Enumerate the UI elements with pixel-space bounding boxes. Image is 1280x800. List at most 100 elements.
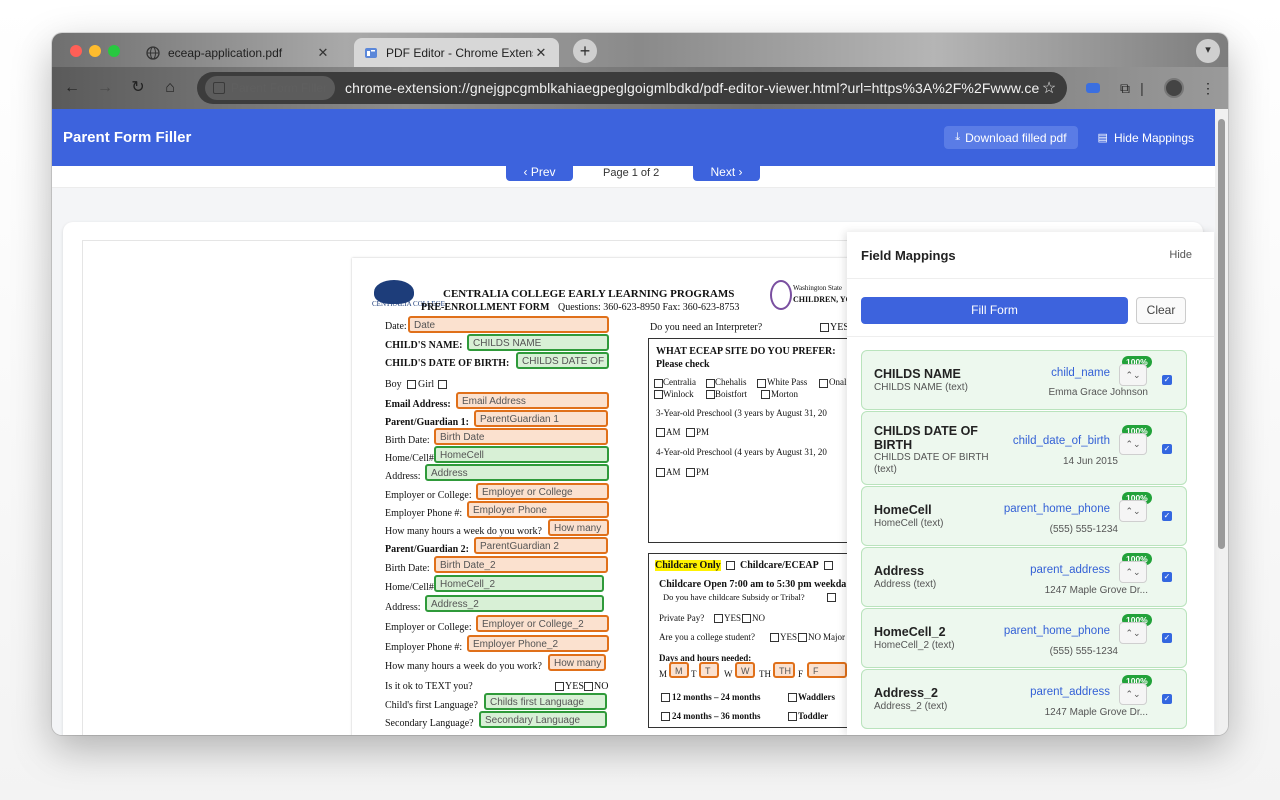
field-address[interactable]: Address xyxy=(425,464,609,481)
url-text[interactable]: chrome-extension://gnejgpcgmblkahiaegpeg… xyxy=(345,80,1039,96)
mapping-enabled-checkbox[interactable]: ✓ xyxy=(1162,375,1172,385)
field-day-m[interactable]: M xyxy=(669,662,689,678)
minimize-window-button[interactable] xyxy=(89,45,101,57)
back-arrow-icon[interactable]: ← xyxy=(60,76,84,100)
text-yes-checkbox[interactable] xyxy=(555,682,564,691)
mapping-card[interactable]: Address_2 Address_2 (text) parent_addres… xyxy=(861,669,1187,729)
boy-checkbox[interactable] xyxy=(407,380,416,389)
extensions-puzzle-icon[interactable]: ⧉ xyxy=(1114,77,1136,99)
field-address-2[interactable]: Address_2 xyxy=(425,595,604,612)
field-secondary-language[interactable]: Secondary Language xyxy=(479,711,607,728)
field-day-th[interactable]: TH xyxy=(773,662,795,678)
four-pm-checkbox[interactable] xyxy=(686,468,695,477)
mapping-card[interactable]: HomeCell HomeCell (text) parent_home_pho… xyxy=(861,486,1187,546)
three-pm-checkbox[interactable] xyxy=(686,428,695,437)
field-home-cell[interactable]: HomeCell xyxy=(434,446,609,463)
prev-page-button[interactable]: ‹ Prev xyxy=(506,163,573,181)
field-childs-name[interactable]: CHILDS NAME xyxy=(467,334,609,351)
mapping-data-key[interactable]: child_name xyxy=(1051,367,1110,379)
site-winlock-checkbox[interactable] xyxy=(654,390,663,399)
fill-form-button[interactable]: Fill Form xyxy=(861,297,1128,324)
tab-eceap-application[interactable]: eceap-application.pdf ✕ xyxy=(136,38,341,67)
mapping-data-key[interactable]: parent_home_phone xyxy=(1004,503,1110,515)
student-no-checkbox[interactable] xyxy=(798,633,807,642)
home-icon[interactable]: ⌂ xyxy=(158,76,182,100)
site-white-pass-checkbox[interactable] xyxy=(757,379,766,388)
hide-mappings-button[interactable]: ▤ Hide Mappings xyxy=(1088,126,1204,149)
mapping-enabled-checkbox[interactable]: ✓ xyxy=(1162,444,1172,454)
scrollbar-thumb[interactable] xyxy=(1218,119,1225,549)
mapping-enabled-checkbox[interactable]: ✓ xyxy=(1162,633,1172,643)
key-selector-chevron-icon[interactable]: ⌃⌄ xyxy=(1119,683,1147,705)
mapping-data-key[interactable]: parent_address xyxy=(1030,564,1110,576)
key-selector-chevron-icon[interactable]: ⌃⌄ xyxy=(1119,561,1147,583)
mapping-enabled-checkbox[interactable]: ✓ xyxy=(1162,572,1172,582)
field-birth-date[interactable]: Birth Date xyxy=(434,428,608,445)
subsidy-checkbox[interactable] xyxy=(827,593,836,602)
extension-chip[interactable]: Parent Form Filler xyxy=(205,76,336,100)
tab-pdf-editor[interactable]: PDF Editor - Chrome Extension ✕ xyxy=(354,38,559,67)
clear-button[interactable]: Clear xyxy=(1136,297,1186,324)
profile-avatar[interactable] xyxy=(1164,78,1184,98)
interpreter-yes-checkbox[interactable] xyxy=(820,323,829,332)
close-window-button[interactable] xyxy=(70,45,82,57)
close-tab-icon[interactable]: ✕ xyxy=(315,45,331,61)
mapping-card[interactable]: HomeCell_2 HomeCell_2 (text) parent_home… xyxy=(861,608,1187,668)
student-yes-checkbox[interactable] xyxy=(770,633,779,642)
key-selector-chevron-icon[interactable]: ⌃⌄ xyxy=(1119,433,1147,455)
mapping-enabled-checkbox[interactable]: ✓ xyxy=(1162,694,1172,704)
field-employer-phone[interactable]: Employer Phone xyxy=(467,501,609,518)
site-morton-checkbox[interactable] xyxy=(761,390,770,399)
field-home-cell-2[interactable]: HomeCell_2 xyxy=(434,575,604,592)
more-menu-icon[interactable]: ⋮ xyxy=(1197,77,1219,99)
childcare-only-checkbox[interactable] xyxy=(726,561,735,570)
extension-icon[interactable] xyxy=(1086,83,1100,93)
mapping-data-key[interactable]: child_date_of_birth xyxy=(1013,435,1110,447)
field-day-w[interactable]: W xyxy=(735,662,755,678)
mapping-card[interactable]: Address Address (text) parent_address 12… xyxy=(861,547,1187,607)
age-12-24-checkbox[interactable] xyxy=(661,693,670,702)
four-am-checkbox[interactable] xyxy=(656,468,665,477)
key-selector-chevron-icon[interactable]: ⌃⌄ xyxy=(1119,622,1147,644)
site-centralia-checkbox[interactable] xyxy=(654,379,663,388)
three-am-checkbox[interactable] xyxy=(656,428,665,437)
mapping-card[interactable]: CHILDS DATE OF BIRTH CHILDS DATE OF BIRT… xyxy=(861,411,1187,485)
bookmark-star-icon[interactable]: ☆ xyxy=(1039,78,1059,98)
key-selector-chevron-icon[interactable]: ⌃⌄ xyxy=(1119,364,1147,386)
age-24-36-checkbox[interactable] xyxy=(661,712,670,721)
site-boistfort-checkbox[interactable] xyxy=(706,390,715,399)
site-onal-checkbox[interactable] xyxy=(819,379,828,388)
field-first-language[interactable]: Childs first Language xyxy=(484,693,607,710)
download-filled-pdf-button[interactable]: ⤓ Download filled pdf xyxy=(944,126,1078,149)
new-tab-button[interactable]: + xyxy=(573,39,597,63)
address-bar[interactable]: Parent Form Filler chrome-extension://gn… xyxy=(197,72,1067,104)
field-email[interactable]: Email Address xyxy=(456,392,609,409)
field-parent-guardian-2[interactable]: ParentGuardian 2 xyxy=(474,537,608,554)
maximize-window-button[interactable] xyxy=(108,45,120,57)
private-pay-no-checkbox[interactable] xyxy=(742,614,751,623)
field-date[interactable]: Date xyxy=(408,316,609,333)
girl-checkbox[interactable] xyxy=(438,380,447,389)
key-selector-chevron-icon[interactable]: ⌃⌄ xyxy=(1119,500,1147,522)
close-tab-icon[interactable]: ✕ xyxy=(533,45,549,61)
toddler-checkbox[interactable] xyxy=(788,712,797,721)
panel-hide-button[interactable]: Hide xyxy=(1169,249,1192,261)
childcare-eceap-checkbox[interactable] xyxy=(824,561,833,570)
field-hours[interactable]: How many xyxy=(548,519,609,536)
field-childs-dob[interactable]: CHILDS DATE OF xyxy=(516,352,609,369)
field-day-f[interactable]: F xyxy=(807,662,847,678)
tab-search-button[interactable]: ▾ xyxy=(1196,39,1220,63)
site-chehalis-checkbox[interactable] xyxy=(706,379,715,388)
waddlers-checkbox[interactable] xyxy=(788,693,797,702)
next-page-button[interactable]: Next › xyxy=(693,163,760,181)
field-employer-phone-2[interactable]: Employer Phone_2 xyxy=(467,635,609,652)
forward-arrow-icon[interactable]: → xyxy=(93,76,117,100)
field-parent-guardian-1[interactable]: ParentGuardian 1 xyxy=(474,410,608,427)
mapping-data-key[interactable]: parent_home_phone xyxy=(1004,625,1110,637)
private-pay-yes-checkbox[interactable] xyxy=(714,614,723,623)
mapping-card[interactable]: CHILDS NAME CHILDS NAME (text) child_nam… xyxy=(861,350,1187,410)
field-employer-2[interactable]: Employer or College_2 xyxy=(476,615,609,632)
field-hours-2[interactable]: How many xyxy=(548,654,606,671)
field-day-t[interactable]: T xyxy=(699,662,719,678)
text-no-checkbox[interactable] xyxy=(584,682,593,691)
